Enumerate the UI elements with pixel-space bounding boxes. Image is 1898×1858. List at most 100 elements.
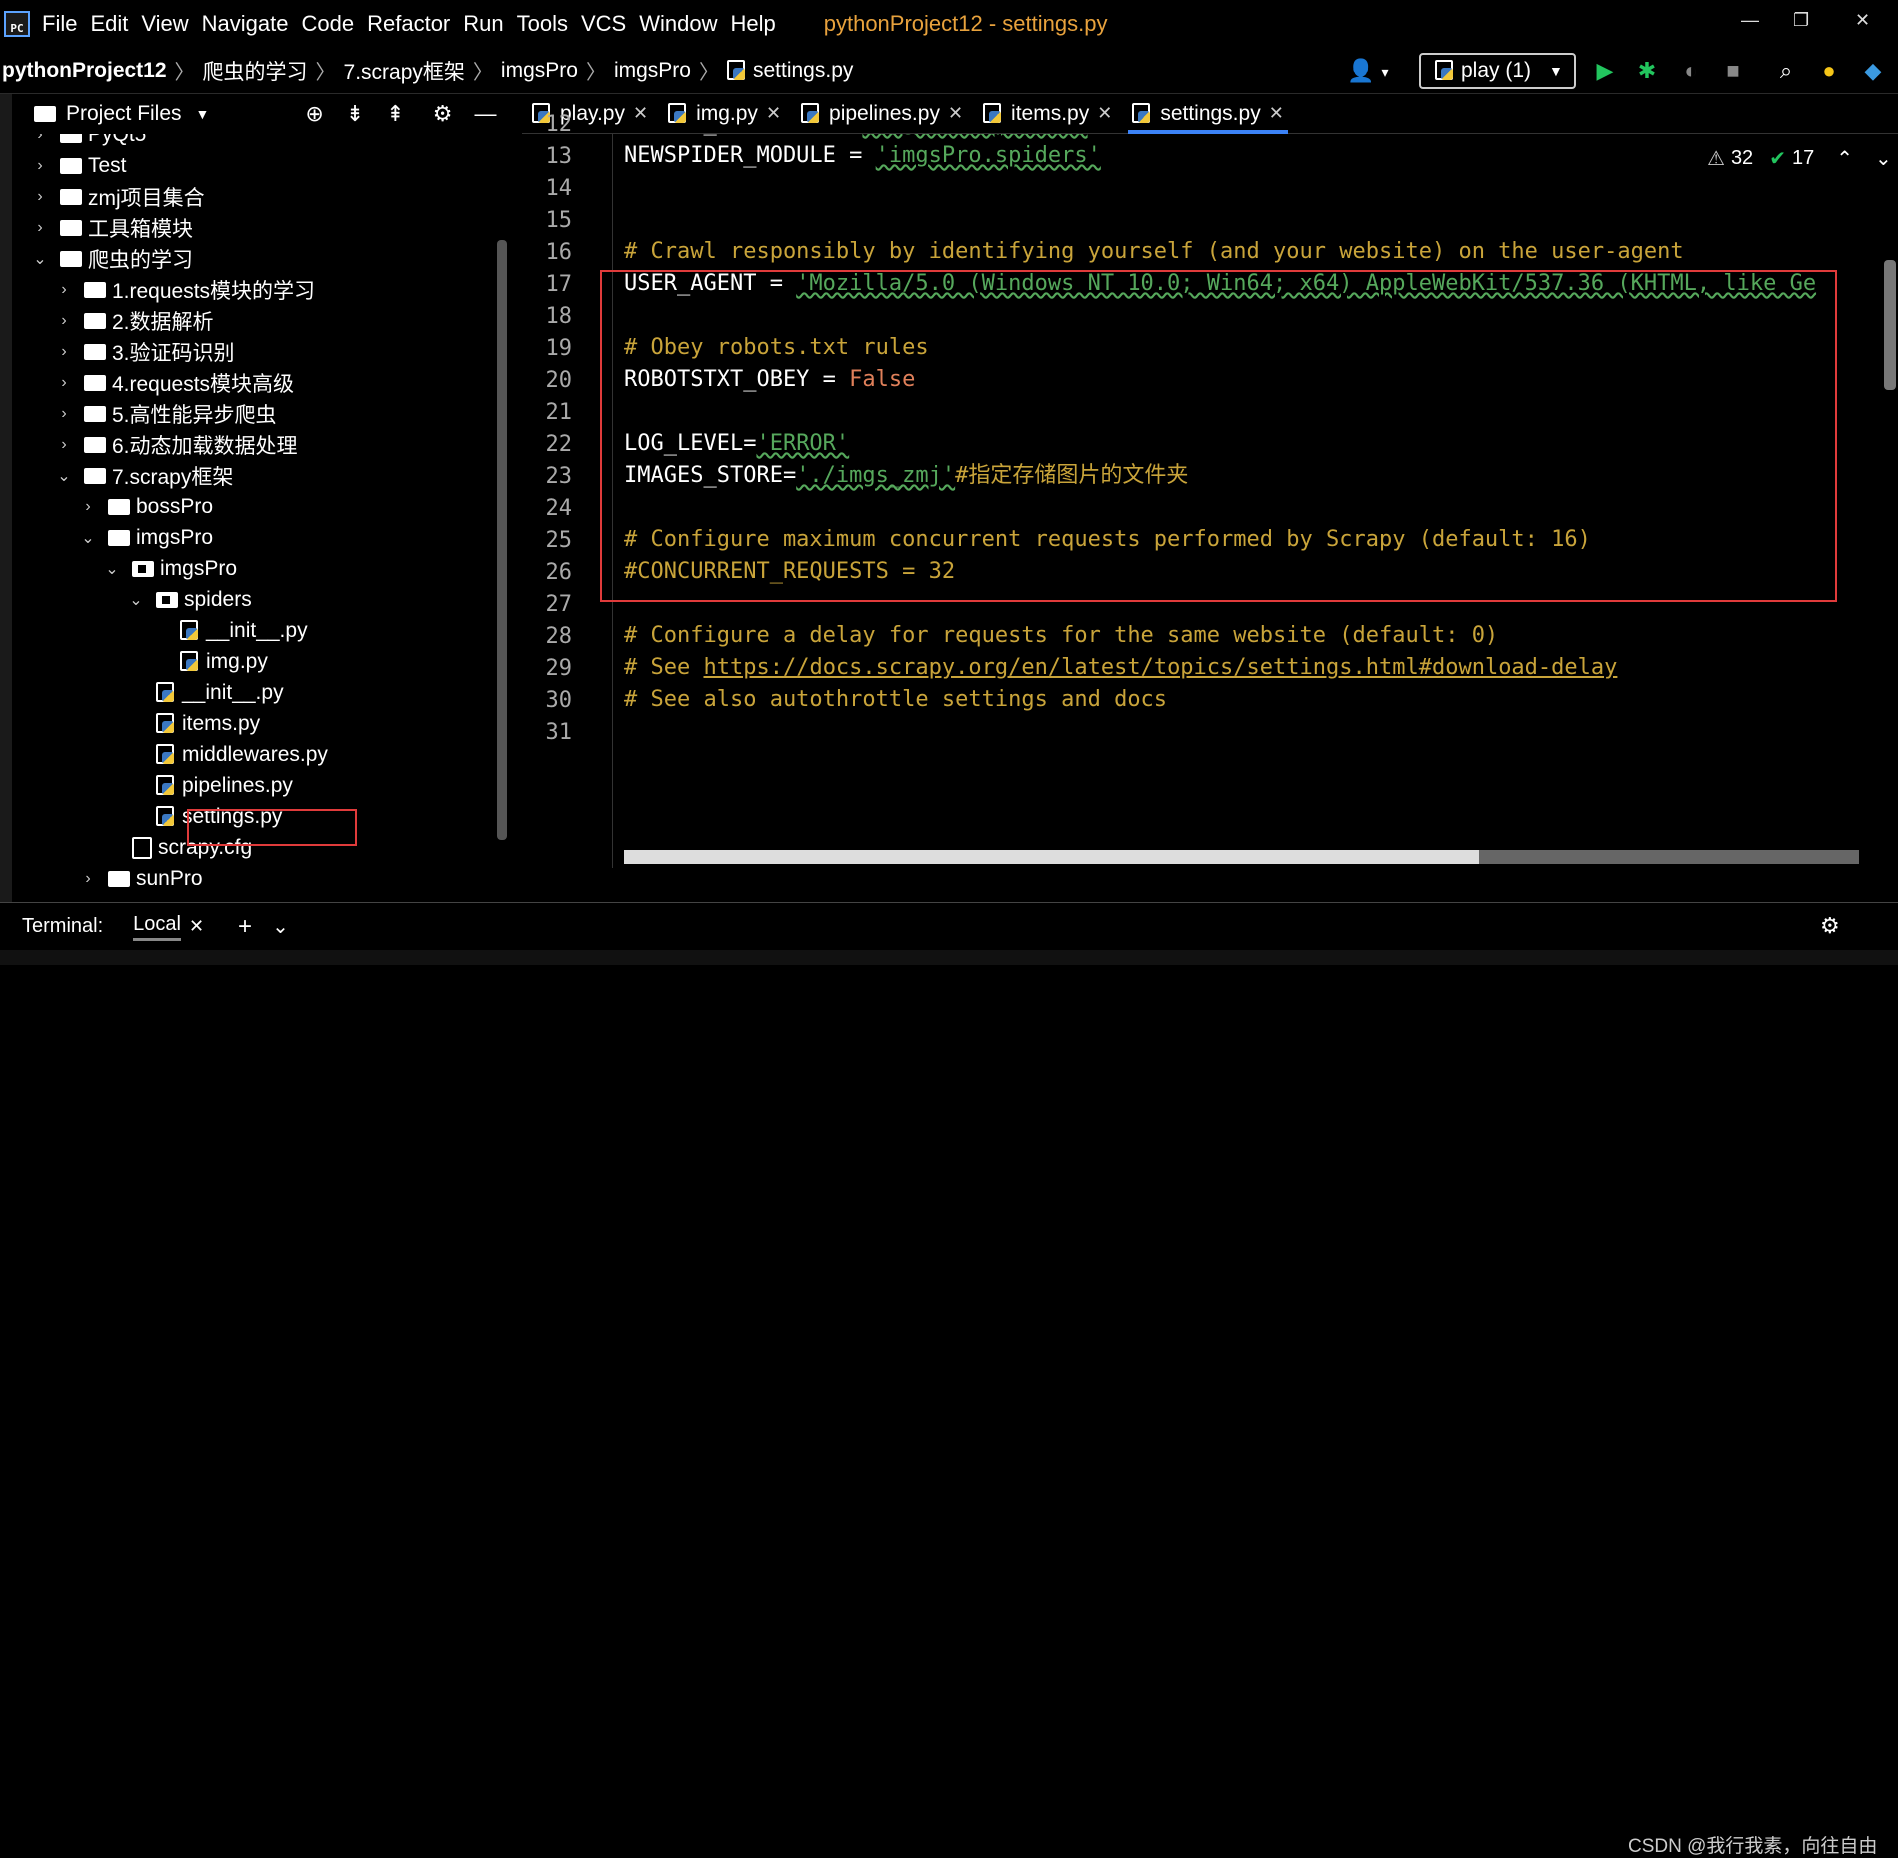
tree-item[interactable]: pipelines.py xyxy=(128,771,293,801)
update-icon[interactable]: ● xyxy=(1816,58,1842,84)
collapse-all-icon[interactable]: ⇞ xyxy=(386,101,404,127)
chevron-down-icon[interactable]: ⌄ xyxy=(128,590,144,610)
breadcrumb-folder[interactable]: imgsPro xyxy=(614,59,691,83)
code-line[interactable]: NEWSPIDER_MODULE = 'imgsPro.spiders' xyxy=(624,140,1101,172)
code-line[interactable]: # See also autothrottle settings and doc… xyxy=(624,684,1167,716)
close-icon[interactable]: ✕ xyxy=(766,103,781,124)
menu-vcs[interactable]: VCS xyxy=(581,11,626,37)
tree-item[interactable]: ⌄ spiders xyxy=(128,585,251,615)
close-icon[interactable]: ✕ xyxy=(633,103,648,124)
tree-item[interactable]: › 4.requests模块高级 xyxy=(56,368,294,398)
chevron-down-icon[interactable]: ⌄ xyxy=(104,559,120,579)
tree-item[interactable]: __init__.py xyxy=(152,616,308,646)
breadcrumb-folder[interactable]: 7.scrapy框架 xyxy=(344,56,465,86)
tree-item[interactable]: › sunPro xyxy=(80,864,202,894)
breadcrumb-folder[interactable]: 爬虫的学习 xyxy=(203,56,308,86)
gear-icon[interactable]: ⚙ xyxy=(1820,913,1840,939)
menu-edit[interactable]: Edit xyxy=(90,11,128,37)
close-icon[interactable]: ✕ xyxy=(1855,10,1870,31)
tree-item[interactable]: › zmj项目集合 xyxy=(32,182,204,212)
breadcrumb-folder[interactable]: imgsPro xyxy=(501,59,578,83)
chevron-right-icon[interactable]: › xyxy=(56,312,72,330)
chevron-right-icon[interactable]: › xyxy=(32,219,48,237)
menu-file[interactable]: File xyxy=(42,11,77,37)
add-icon[interactable]: + xyxy=(238,913,252,941)
editor-tab[interactable]: img.py ✕ xyxy=(658,94,791,134)
menu-code[interactable]: Code xyxy=(302,11,355,37)
chevron-right-icon[interactable]: › xyxy=(56,374,72,392)
tree-item[interactable]: ⌄ imgsPro xyxy=(104,554,237,584)
hide-panel-icon[interactable]: — xyxy=(474,101,496,127)
tree-item[interactable]: › 工具箱模块 xyxy=(32,213,193,243)
user-dropdown-icon[interactable]: ▾ xyxy=(1372,64,1398,81)
stop-icon[interactable]: ■ xyxy=(1720,58,1746,84)
tree-item[interactable]: › Test xyxy=(32,151,126,181)
menu-view[interactable]: View xyxy=(141,11,188,37)
tree-item[interactable]: img.py xyxy=(152,647,268,677)
chevron-down-icon[interactable]: ▼ xyxy=(196,106,210,122)
debug-icon[interactable]: ✱ xyxy=(1634,58,1660,84)
tree-item[interactable]: ⌄ 7.scrapy框架 xyxy=(56,461,233,491)
code-line[interactable]: # Configure a delay for requests for the… xyxy=(624,620,1498,652)
run-icon[interactable]: ▶ xyxy=(1592,58,1618,84)
gear-icon[interactable]: ⚙ xyxy=(433,101,453,127)
minimize-icon[interactable]: — xyxy=(1741,10,1759,31)
tree-item[interactable]: › 1.requests模块的学习 xyxy=(56,275,315,305)
chevron-right-icon[interactable]: › xyxy=(56,436,72,454)
code-line[interactable]: # Crawl responsibly by identifying yours… xyxy=(624,236,1684,268)
menu-help[interactable]: Help xyxy=(730,11,775,37)
chevron-right-icon[interactable]: › xyxy=(80,498,96,516)
tree-item[interactable]: › 2.数据解析 xyxy=(56,306,213,336)
tree-item[interactable]: › 3.验证码识别 xyxy=(56,337,234,367)
chevron-down-icon[interactable]: ⌄ xyxy=(80,528,96,548)
search-icon[interactable]: ⌕ xyxy=(1773,58,1799,84)
menu-refactor[interactable]: Refactor xyxy=(367,11,450,37)
chevron-right-icon[interactable]: › xyxy=(32,188,48,206)
close-icon[interactable]: ✕ xyxy=(1097,103,1112,124)
close-icon[interactable]: ✕ xyxy=(189,916,204,937)
chevron-right-icon[interactable]: › xyxy=(32,134,48,144)
menu-run[interactable]: Run xyxy=(463,11,503,37)
editor-scrollbar[interactable] xyxy=(1884,260,1896,390)
chevron-right-icon[interactable]: › xyxy=(80,870,96,888)
left-tool-strip[interactable] xyxy=(0,94,12,912)
tree-item[interactable]: › 6.动态加载数据处理 xyxy=(56,430,297,460)
horizontal-scrollbar-thumb[interactable] xyxy=(624,850,1479,864)
code-line[interactable]: # See https://docs.scrapy.org/en/latest/… xyxy=(624,652,1617,684)
tree-item[interactable]: › bossPro xyxy=(80,492,213,522)
close-icon[interactable]: ✕ xyxy=(948,103,963,124)
editor-tab[interactable]: pipelines.py ✕ xyxy=(791,94,973,134)
tree-scrollbar[interactable] xyxy=(497,240,507,840)
chevron-right-icon[interactable]: › xyxy=(56,281,72,299)
menu-tools[interactable]: Tools xyxy=(517,11,568,37)
expand-all-icon[interactable]: ⇟ xyxy=(346,101,364,127)
tree-item[interactable]: › 5.高性能异步爬虫 xyxy=(56,399,276,429)
tree-item[interactable]: items.py xyxy=(128,709,260,739)
tree-item[interactable]: middlewares.py xyxy=(128,740,328,770)
chevron-right-icon[interactable]: › xyxy=(56,343,72,361)
tree-item[interactable]: › PyQt5 xyxy=(32,134,146,150)
project-view-label[interactable]: Project Files xyxy=(66,102,182,126)
terminal-tab-local[interactable]: Local xyxy=(133,913,181,941)
restore-icon[interactable]: ❐ xyxy=(1793,10,1809,31)
breadcrumb-file[interactable]: settings.py xyxy=(753,59,853,83)
plugin-icon[interactable]: ◆ xyxy=(1860,58,1886,84)
tree-item[interactable]: __init__.py xyxy=(128,678,284,708)
menu-window[interactable]: Window xyxy=(639,11,717,37)
user-icon[interactable]: 👤 xyxy=(1347,58,1374,84)
chevron-down-icon[interactable]: ⌄ xyxy=(56,466,72,486)
tree-item[interactable]: ⌄ imgsPro xyxy=(80,523,213,553)
editor-tab[interactable]: settings.py ✕ xyxy=(1122,94,1293,134)
run-configuration-select[interactable]: play (1) ▼ xyxy=(1419,53,1576,89)
chevron-down-icon[interactable]: ⌄ xyxy=(32,249,48,269)
tree-item[interactable]: ⌄ 爬虫的学习 xyxy=(32,244,193,274)
menu-navigate[interactable]: Navigate xyxy=(202,11,289,37)
coverage-icon[interactable]: ◐ xyxy=(1678,58,1704,84)
editor-tab[interactable]: items.py ✕ xyxy=(973,94,1122,134)
horizontal-scrollbar-track[interactable] xyxy=(1479,850,1859,864)
chevron-right-icon[interactable]: › xyxy=(32,157,48,175)
breadcrumb-project[interactable]: pythonProject12 xyxy=(2,59,167,83)
close-icon[interactable]: ✕ xyxy=(1269,103,1284,124)
chevron-down-icon[interactable]: ⌄ xyxy=(272,914,289,939)
chevron-right-icon[interactable]: › xyxy=(56,405,72,423)
